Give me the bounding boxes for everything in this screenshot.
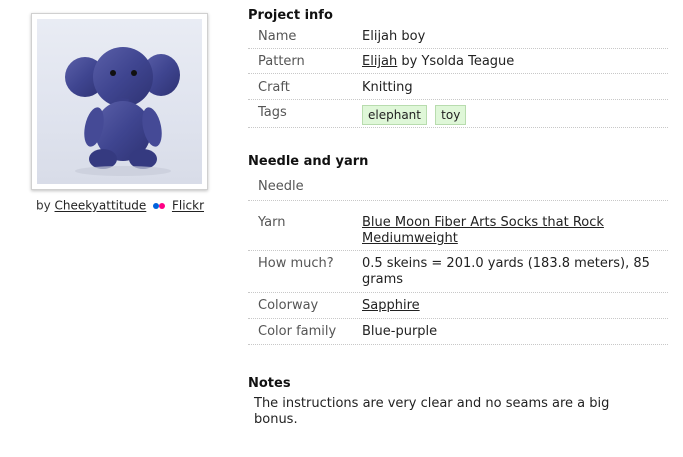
pattern-designer: by Ysolda Teague [401, 54, 515, 69]
credit-prefix: by [35, 198, 51, 213]
yarn-value: Blue Moon Fiber Arts Socks that Rock Med… [362, 215, 668, 247]
row-color-family: Color family Blue-purple [248, 319, 668, 345]
row-tags: Tags elephant toy [248, 100, 668, 128]
yarn-link[interactable]: Blue Moon Fiber Arts Socks that Rock Med… [362, 215, 604, 246]
flickr-icon [153, 198, 166, 212]
needle-yarn-section: Needle and yarn Needle Yarn Blue Moon Fi… [248, 154, 668, 345]
row-colorway: Colorway Sapphire [248, 293, 668, 319]
craft-value: Knitting [362, 80, 413, 95]
project-photo-frame[interactable] [31, 13, 208, 190]
pattern-label: Pattern [258, 54, 305, 69]
photo-author-link[interactable]: Cheekyattitude [55, 199, 147, 213]
project-info-heading: Project info [248, 8, 333, 23]
project-info-section: Project info Name Elijah boy Pattern Eli… [248, 8, 668, 128]
colorway-label: Colorway [258, 298, 319, 313]
needle-label: Needle [258, 179, 304, 194]
row-name: Name Elijah boy [248, 25, 668, 49]
name-value: Elijah boy [362, 29, 426, 44]
name-label: Name [258, 29, 297, 44]
color-family-value: Blue-purple [362, 324, 438, 339]
row-pattern: Pattern Elijah by Ysolda Teague [248, 49, 668, 74]
color-family-label: Color family [258, 324, 337, 339]
project-photo[interactable] [37, 19, 202, 184]
tags-value: elephant toy [362, 105, 668, 125]
notes-section: Notes The instructions are very clear an… [248, 376, 668, 428]
flickr-link[interactable]: Flickr [172, 199, 204, 213]
colorway-link[interactable]: Sapphire [362, 298, 420, 313]
craft-label: Craft [258, 80, 290, 95]
photo-credit: by Cheekyattitude Flickr [34, 198, 206, 214]
row-needle: Needle [248, 171, 668, 201]
how-much-value: 0.5 skeins = 201.0 yards (183.8 meters),… [362, 256, 650, 287]
tags-label: Tags [258, 105, 287, 120]
notes-text: The instructions are very clear and no s… [254, 396, 610, 427]
colorway-value: Sapphire [362, 298, 668, 314]
notes-heading: Notes [248, 376, 291, 391]
tag-elephant[interactable]: elephant [362, 105, 427, 125]
row-craft: Craft Knitting [248, 74, 668, 100]
elephant-toy-image [65, 47, 180, 176]
pattern-link[interactable]: Elijah [362, 54, 397, 69]
how-much-label: How much? [258, 256, 334, 271]
pattern-value: Elijah by Ysolda Teague [362, 54, 668, 70]
yarn-label: Yarn [258, 215, 286, 230]
row-how-much: How much? 0.5 skeins = 201.0 yards (183.… [248, 251, 668, 293]
needle-yarn-heading: Needle and yarn [248, 154, 369, 169]
tag-toy[interactable]: toy [435, 105, 467, 125]
row-yarn: Yarn Blue Moon Fiber Arts Socks that Roc… [248, 201, 668, 251]
